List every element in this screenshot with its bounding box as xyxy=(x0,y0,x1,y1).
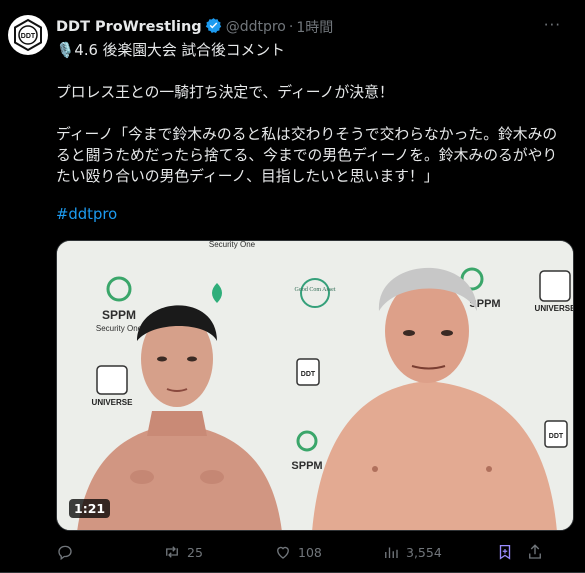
avatar-logo-text: DDT xyxy=(21,33,36,40)
banner-ddt-right-text: DDT xyxy=(549,433,564,440)
timestamp[interactable]: 1時間 xyxy=(296,17,333,37)
tweet-card[interactable]: DDT DDT ProWrestling @ddtpro · 1時間 ··· 🎙… xyxy=(0,0,585,573)
ddt-logo-icon: DDT xyxy=(14,18,42,52)
views-button[interactable]: 3,554 xyxy=(382,543,442,561)
author-name[interactable]: DDT ProWrestling xyxy=(56,19,202,35)
banner-good-text: Good Com Asset xyxy=(294,287,335,293)
banner-security-text: Security One xyxy=(96,324,143,333)
more-options-button[interactable]: ··· xyxy=(544,16,561,34)
tweet-text-quote: ディーノ「今まで鈴木みのると私は交わりそうで交わらなかった。鈴木みのると闘うため… xyxy=(56,126,558,185)
video-frame-image: SPPM Security One Security One Good Com … xyxy=(57,241,574,530)
verified-badge-icon[interactable] xyxy=(205,17,222,38)
like-count: 108 xyxy=(298,544,322,560)
video-duration-badge: 1:21 xyxy=(69,499,111,518)
reply-icon xyxy=(58,545,72,561)
banner-universe-text: UNIVERSE xyxy=(535,304,574,313)
like-button[interactable]: 108 xyxy=(274,543,322,561)
tweet-text-line-2: プロレス王との一騎打ち決定で、ディーノが決意！ xyxy=(56,84,394,101)
share-button[interactable] xyxy=(526,543,544,561)
action-bar: 25 108 3,554 xyxy=(56,540,575,564)
hashtag-link[interactable]: #ddtpro xyxy=(56,206,117,223)
banner-security-top-text: Security One xyxy=(209,241,256,249)
banner-sppm-text: SPPM xyxy=(102,308,136,322)
avatar[interactable]: DDT xyxy=(8,15,48,55)
banner-universe-left-text: UNIVERSE xyxy=(92,398,134,407)
share-icon xyxy=(529,544,541,559)
reply-button[interactable] xyxy=(56,543,80,561)
author-handle[interactable]: @ddtpro xyxy=(226,19,286,35)
tweet-header: DDT ProWrestling @ddtpro · 1時間 ··· xyxy=(56,16,575,38)
view-count: 3,554 xyxy=(406,544,442,560)
banner-ddt-text: DDT xyxy=(301,371,316,378)
retweet-count: 25 xyxy=(187,544,203,560)
retweet-button[interactable]: 25 xyxy=(163,543,203,561)
video-player[interactable]: SPPM Security One Security One Good Com … xyxy=(56,240,574,531)
bookmark-button[interactable] xyxy=(496,543,514,561)
separator-dot: · xyxy=(288,19,294,35)
tweet-text-line-1: 🎙️4.6 後楽園大会 試合後コメント xyxy=(56,42,285,59)
retweet-icon xyxy=(166,546,178,558)
banner-sppm-mid-text: SPPM xyxy=(291,460,322,472)
bookmark-icon xyxy=(499,544,511,560)
views-chart-icon xyxy=(385,547,398,558)
heart-icon xyxy=(277,546,289,559)
